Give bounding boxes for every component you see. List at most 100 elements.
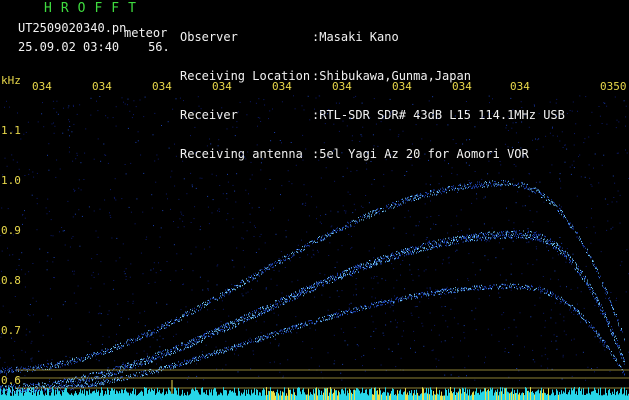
noise-dot xyxy=(373,257,375,259)
signal-dot xyxy=(624,340,625,342)
signal-dot xyxy=(501,180,502,181)
signal-dot xyxy=(469,185,470,187)
signal-dot xyxy=(102,349,103,351)
signal-dot xyxy=(342,277,343,279)
signal-dot xyxy=(50,390,51,392)
signal-dot xyxy=(108,349,109,351)
noise-dot xyxy=(348,234,350,235)
signal-dot xyxy=(269,268,270,270)
signal-dot xyxy=(335,229,336,231)
signal-dot xyxy=(188,313,189,315)
signal-dot xyxy=(29,390,30,391)
signal-dot xyxy=(539,191,540,193)
signal-dot xyxy=(443,188,444,190)
noise-dot xyxy=(246,114,248,116)
noise-dot xyxy=(515,122,517,124)
signal-dot xyxy=(309,241,310,243)
signal-dot xyxy=(517,233,518,235)
signal-dot xyxy=(549,239,550,241)
signal-dot xyxy=(340,229,341,231)
signal-dot xyxy=(358,265,359,267)
signal-dot xyxy=(399,253,400,255)
noise-dot xyxy=(373,98,375,100)
signal-dot xyxy=(114,381,115,383)
signal-dot xyxy=(493,234,494,236)
signal-dot xyxy=(476,237,477,239)
signal-dot xyxy=(226,292,227,294)
signal-dot xyxy=(379,210,380,212)
signal-dot xyxy=(58,366,59,368)
signal-dot xyxy=(14,391,15,392)
signal-dot xyxy=(598,299,599,301)
noise-dot xyxy=(221,107,223,109)
signal-dot xyxy=(436,244,437,246)
noise-dot xyxy=(595,294,597,296)
signal-dot xyxy=(3,368,4,370)
signal-dot xyxy=(95,382,96,384)
noise-dot xyxy=(13,359,15,361)
signal-dot xyxy=(552,241,553,242)
signal-dot xyxy=(341,276,342,278)
signal-dot xyxy=(225,323,226,325)
noise-dot xyxy=(598,182,600,184)
noise-dot xyxy=(626,152,628,154)
signal-dot xyxy=(108,372,109,374)
signal-dot xyxy=(448,242,449,244)
signal-dot xyxy=(169,354,170,356)
signal-dot xyxy=(446,245,447,247)
noise-dot xyxy=(112,117,114,119)
noise-dot xyxy=(586,227,588,228)
noise-dot xyxy=(195,152,196,154)
noise-dot xyxy=(104,199,106,201)
signal-dot xyxy=(97,353,98,355)
signal-dot xyxy=(580,272,581,273)
signal-dot xyxy=(532,237,533,239)
noise-dot xyxy=(466,375,467,377)
signal-dot xyxy=(214,334,215,336)
signal-dot xyxy=(102,376,103,377)
signal-dot xyxy=(221,297,222,299)
noise-dot xyxy=(336,290,338,292)
signal-dot xyxy=(282,297,283,299)
signal-dot xyxy=(157,326,158,328)
signal-dot xyxy=(4,372,5,374)
noise-dot xyxy=(166,303,168,305)
signal-dot xyxy=(311,285,312,287)
noise-dot xyxy=(425,239,427,240)
noise-dot xyxy=(504,328,505,330)
signal-dot xyxy=(553,247,554,248)
noise-dot xyxy=(323,234,325,236)
noise-dot xyxy=(244,266,246,268)
signal-dot xyxy=(36,386,37,388)
noise-dot xyxy=(144,325,146,327)
noise-dot xyxy=(570,173,572,175)
signal-dot xyxy=(470,235,471,237)
signal-dot xyxy=(224,293,225,295)
noise-dot xyxy=(245,189,247,191)
noise-dot xyxy=(338,296,340,298)
signal-dot xyxy=(355,223,356,224)
signal-dot xyxy=(597,296,598,298)
signal-dot xyxy=(84,359,85,361)
signal-dot xyxy=(378,259,379,261)
noise-dot xyxy=(413,234,415,236)
noise-dot xyxy=(154,160,156,162)
signal-dot xyxy=(605,289,606,291)
noise-dot xyxy=(604,349,606,351)
signal-dot xyxy=(100,382,101,384)
signal-dot xyxy=(602,312,603,314)
signal-dot xyxy=(495,237,496,238)
signal-dot xyxy=(114,347,115,349)
noise-dot xyxy=(56,111,58,113)
signal-dot xyxy=(281,300,282,302)
noise-dot xyxy=(316,218,317,220)
signal-dot xyxy=(219,329,220,331)
signal-dot xyxy=(196,308,197,310)
signal-dot xyxy=(95,385,96,386)
signal-dot xyxy=(218,329,219,331)
noise-dot xyxy=(428,159,429,161)
signal-dot xyxy=(63,379,64,381)
signal-dot xyxy=(388,208,389,210)
signal-dot xyxy=(202,335,203,337)
signal-dot xyxy=(102,383,103,385)
